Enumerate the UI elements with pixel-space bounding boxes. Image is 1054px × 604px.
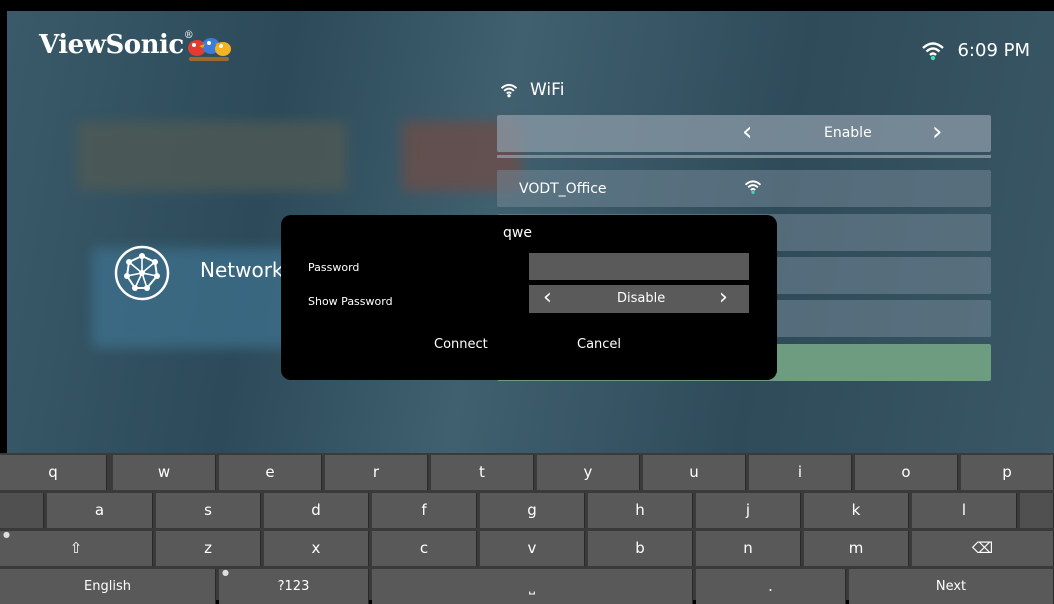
birds-logo-icon: [188, 38, 231, 61]
dot-icon: ●: [222, 568, 229, 577]
key-t[interactable]: t: [431, 455, 534, 490]
key-d[interactable]: d: [264, 493, 369, 528]
wifi-toggle-value: Enable: [824, 125, 872, 141]
symbols-key[interactable]: ● ?123: [219, 569, 369, 604]
shift-key[interactable]: ● ⇧: [0, 531, 153, 566]
key-spacer: [1020, 493, 1054, 528]
key-y[interactable]: y: [537, 455, 640, 490]
network-name: VODT_Office: [519, 181, 607, 197]
cancel-button[interactable]: Cancel: [577, 337, 621, 352]
key-q[interactable]: q: [0, 455, 107, 490]
symbols-label: ?123: [277, 579, 310, 594]
keyboard-row-2: a s d f g h j k l: [0, 493, 1054, 528]
connect-button[interactable]: Connect: [434, 337, 488, 352]
wifi-header: WiFi: [500, 80, 564, 100]
period-key[interactable]: .: [696, 569, 846, 604]
language-key[interactable]: English: [0, 569, 216, 604]
key-p[interactable]: p: [961, 455, 1054, 490]
chevron-left-icon[interactable]: ‹: [742, 117, 752, 147]
next-key[interactable]: Next: [849, 569, 1054, 604]
shift-icon: ⇧: [69, 539, 83, 557]
keyboard-row-3: ● ⇧ z x c v b n m ⌫: [0, 531, 1054, 566]
key-e[interactable]: e: [219, 455, 322, 490]
key-a[interactable]: a: [47, 493, 153, 528]
key-n[interactable]: n: [696, 531, 801, 566]
wifi-toggle[interactable]: ‹ Enable ›: [497, 115, 991, 158]
backspace-key[interactable]: ⌫: [912, 531, 1054, 566]
key-h[interactable]: h: [588, 493, 693, 528]
key-b[interactable]: b: [588, 531, 693, 566]
key-w[interactable]: w: [113, 455, 216, 490]
show-password-label: Show Password: [308, 295, 393, 308]
show-password-value: Disable: [617, 291, 666, 306]
clock: 6:09 PM: [957, 40, 1030, 61]
key-o[interactable]: o: [855, 455, 958, 490]
globe-icon: [114, 245, 170, 301]
network-item-vodt-office[interactable]: VODT_Office: [497, 170, 991, 207]
key-x[interactable]: x: [264, 531, 369, 566]
chevron-right-icon[interactable]: ›: [719, 285, 728, 311]
key-u[interactable]: u: [643, 455, 746, 490]
key-i[interactable]: i: [749, 455, 852, 490]
dot-icon: ●: [3, 530, 10, 539]
wifi-icon: [922, 41, 945, 60]
key-g[interactable]: g: [480, 493, 585, 528]
on-screen-keyboard: q w e r t y u i o p a s d f g h j k l ● ⇧…: [0, 453, 1054, 604]
space-key[interactable]: ⎵: [372, 569, 693, 604]
key-j[interactable]: j: [696, 493, 801, 528]
key-v[interactable]: v: [480, 531, 585, 566]
dialog-ssid: qwe: [503, 225, 532, 241]
key-m[interactable]: m: [804, 531, 909, 566]
brand-logo: ViewSonic®: [39, 30, 194, 60]
key-r[interactable]: r: [325, 455, 428, 490]
divider: [497, 155, 991, 158]
network-label: Network: [200, 258, 284, 282]
backspace-icon: ⌫: [971, 539, 994, 557]
password-label: Password: [308, 261, 360, 274]
wifi-icon: [500, 83, 518, 97]
bg-tile: [77, 121, 347, 191]
key-z[interactable]: z: [156, 531, 261, 566]
key-s[interactable]: s: [156, 493, 261, 528]
keyboard-row-1: q w e r t y u i o p: [0, 455, 1054, 490]
wifi-title: WiFi: [530, 80, 565, 100]
chevron-right-icon[interactable]: ›: [932, 117, 942, 147]
password-input[interactable]: [529, 253, 749, 280]
show-password-selector[interactable]: ‹ Disable ›: [529, 285, 749, 313]
keyboard-row-4: English ● ?123 ⎵ . Next: [0, 569, 1054, 604]
status-bar: 6:09 PM: [921, 40, 1030, 61]
key-k[interactable]: k: [804, 493, 909, 528]
brand-name: ViewSonic: [39, 30, 184, 60]
chevron-left-icon[interactable]: ‹: [543, 285, 552, 311]
wifi-password-dialog: qwe Password Show Password ‹ Disable › C…: [281, 215, 777, 380]
wifi-signal-icon: [744, 180, 762, 194]
key-l[interactable]: l: [912, 493, 1017, 528]
key-spacer: [0, 493, 44, 528]
key-f[interactable]: f: [372, 493, 477, 528]
key-c[interactable]: c: [372, 531, 477, 566]
